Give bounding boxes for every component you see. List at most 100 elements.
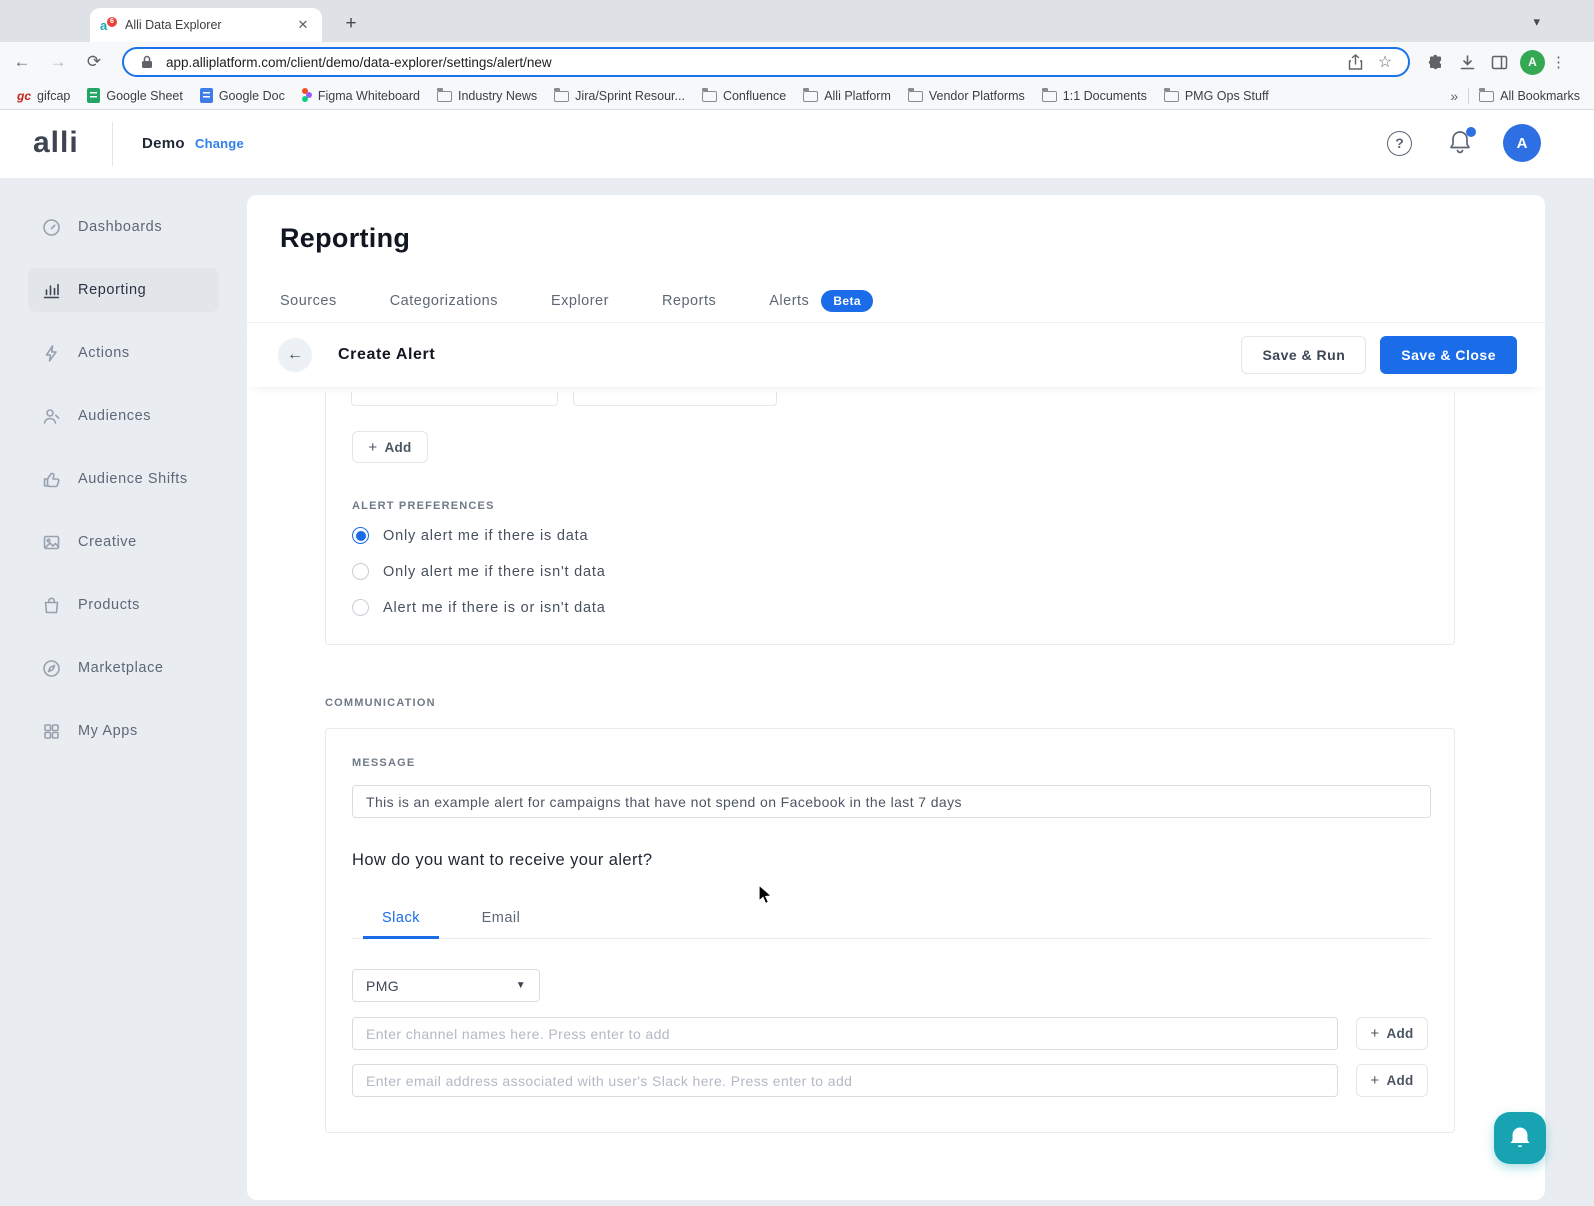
create-alert-title: Create Alert [338, 346, 435, 364]
gifcap-icon: gc [17, 89, 31, 103]
sidebar-item-creative[interactable]: Creative [28, 520, 219, 564]
apps-grid-icon [42, 722, 61, 741]
chat-widget-button[interactable] [1494, 1112, 1546, 1164]
bookmark-figma[interactable]: Figma Whiteboard [302, 88, 420, 103]
download-icon[interactable] [1454, 49, 1480, 75]
alli-favicon-icon: a 6 [100, 17, 117, 34]
condition-field-partial[interactable] [573, 392, 777, 406]
sidebar-item-reporting[interactable]: Reporting [28, 268, 219, 312]
alli-logo[interactable]: alli [33, 126, 79, 160]
dashboard-gauge-icon [42, 218, 61, 237]
sidebar-item-actions[interactable]: Actions [28, 331, 219, 375]
add-condition-button[interactable]: Add [352, 431, 428, 463]
folder-icon [803, 91, 818, 102]
add-channel-button[interactable]: Add [1356, 1017, 1428, 1050]
folder-icon [1042, 91, 1057, 102]
sidebar-item-label: Dashboards [78, 219, 162, 235]
browser-tabstrip: a 6 Alli Data Explorer ✕ + ▾ [0, 0, 1594, 42]
channel-names-input[interactable] [352, 1017, 1338, 1050]
condition-field-partial[interactable] [351, 392, 558, 406]
radio-icon [352, 527, 369, 544]
folder-icon [554, 91, 569, 102]
browser-tab[interactable]: a 6 Alli Data Explorer ✕ [90, 8, 322, 42]
bookmark-gifcap[interactable]: gc gifcap [17, 89, 70, 103]
bookmarks-bar: gc gifcap Google Sheet Google Doc Figma … [0, 82, 1594, 110]
sidebar-item-label: Actions [78, 345, 130, 361]
reload-icon[interactable]: ⟳ [80, 48, 108, 76]
save-and-run-button[interactable]: Save & Run [1241, 336, 1366, 374]
tab-search-chevron-icon[interactable]: ▾ [1533, 14, 1540, 30]
sidebar-item-audience-shifts[interactable]: Audience Shifts [28, 457, 219, 501]
bookmark-google-doc[interactable]: Google Doc [200, 88, 285, 103]
add-email-button[interactable]: Add [1356, 1064, 1428, 1097]
google-sheet-icon [87, 88, 100, 103]
chrome-profile-avatar[interactable]: A [1520, 50, 1545, 75]
back-icon[interactable]: ← [8, 48, 36, 76]
user-avatar[interactable]: A [1503, 124, 1541, 162]
header-divider [112, 122, 113, 166]
client-name: Demo [142, 135, 185, 152]
bookmark-folder-jira[interactable]: Jira/Sprint Resour... [554, 89, 685, 103]
radio-alert-either[interactable]: Alert me if there is or isn't data [352, 599, 606, 616]
slack-workspace-select[interactable]: PMG ▼ [352, 969, 540, 1002]
message-input[interactable] [352, 785, 1431, 818]
tab-reports[interactable]: Reports [662, 293, 716, 309]
sidebar-item-label: Creative [78, 534, 137, 550]
bookmark-folder-vendor-platforms[interactable]: Vendor Platforms [908, 89, 1025, 103]
tab-categorizations[interactable]: Categorizations [390, 293, 498, 309]
tab-explorer[interactable]: Explorer [551, 293, 609, 309]
chrome-menu-icon[interactable]: ⋮ [1551, 53, 1566, 71]
bookmarks-overflow-icon[interactable]: » [1450, 88, 1458, 104]
main-content: Reporting Sources Categorizations Explor… [247, 195, 1545, 1200]
app-header: alli Demo Change ? A [0, 110, 1594, 178]
bookmark-star-icon[interactable]: ☆ [1374, 51, 1396, 73]
change-client-link[interactable]: Change [195, 136, 244, 151]
alert-settings-panel: Add ALERT PREFERENCES Only alert me if t… [325, 392, 1455, 645]
radio-alert-if-data[interactable]: Only alert me if there is data [352, 527, 588, 544]
help-icon[interactable]: ? [1387, 131, 1412, 156]
receive-question: How do you want to receive your alert? [352, 851, 652, 870]
tab-alerts[interactable]: Alerts Beta [769, 290, 873, 312]
forward-icon[interactable]: → [44, 48, 72, 76]
plus-icon [368, 439, 377, 456]
save-and-close-button[interactable]: Save & Close [1380, 336, 1517, 374]
mouse-cursor [758, 884, 775, 906]
sidebar-item-label: Audiences [78, 408, 151, 424]
back-arrow-button[interactable]: ← [278, 338, 312, 372]
share-icon[interactable] [1344, 51, 1366, 73]
extensions-puzzle-icon[interactable] [1422, 49, 1448, 75]
bookmark-folder-alli-platform[interactable]: Alli Platform [803, 89, 891, 103]
tab-close-icon[interactable]: ✕ [294, 16, 312, 34]
thumbs-up-icon [42, 470, 61, 489]
sidebar-item-dashboards[interactable]: Dashboards [28, 205, 219, 249]
tab-title: Alli Data Explorer [125, 18, 294, 32]
radio-icon [352, 563, 369, 580]
bookmark-folder-11-documents[interactable]: 1:1 Documents [1042, 89, 1147, 103]
bar-chart-icon [42, 281, 61, 300]
new-tab-button[interactable]: + [338, 12, 364, 38]
sidebar-item-audiences[interactable]: Audiences [28, 394, 219, 438]
sidebar-item-products[interactable]: Products [28, 583, 219, 627]
sidebar-item-marketplace[interactable]: Marketplace [28, 646, 219, 690]
tab-sources[interactable]: Sources [280, 293, 337, 309]
radio-alert-if-no-data[interactable]: Only alert me if there isn't data [352, 563, 606, 580]
folder-icon [1479, 91, 1494, 102]
side-panel-icon[interactable] [1486, 49, 1512, 75]
bell-icon [1507, 1124, 1533, 1152]
bookmark-folder-confluence[interactable]: Confluence [702, 89, 786, 103]
plus-icon [1370, 1072, 1379, 1089]
notifications-button[interactable] [1448, 129, 1474, 157]
slack-email-input[interactable] [352, 1064, 1338, 1097]
bookmark-folder-industry-news[interactable]: Industry News [437, 89, 537, 103]
all-bookmarks-button[interactable]: All Bookmarks [1479, 89, 1580, 103]
tab-email[interactable]: Email [463, 897, 539, 938]
folder-icon [908, 91, 923, 102]
bookmark-folder-pmg-ops[interactable]: PMG Ops Stuff [1164, 89, 1269, 103]
figma-icon [302, 88, 312, 103]
channel-tabs: Slack Email [352, 897, 1431, 939]
sidebar-item-label: Products [78, 597, 140, 613]
sidebar-item-my-apps[interactable]: My Apps [28, 709, 219, 753]
tab-slack[interactable]: Slack [363, 897, 439, 938]
address-bar[interactable]: app.alliplatform.com/client/demo/data-ex… [122, 47, 1410, 77]
bookmark-google-sheet[interactable]: Google Sheet [87, 88, 182, 103]
